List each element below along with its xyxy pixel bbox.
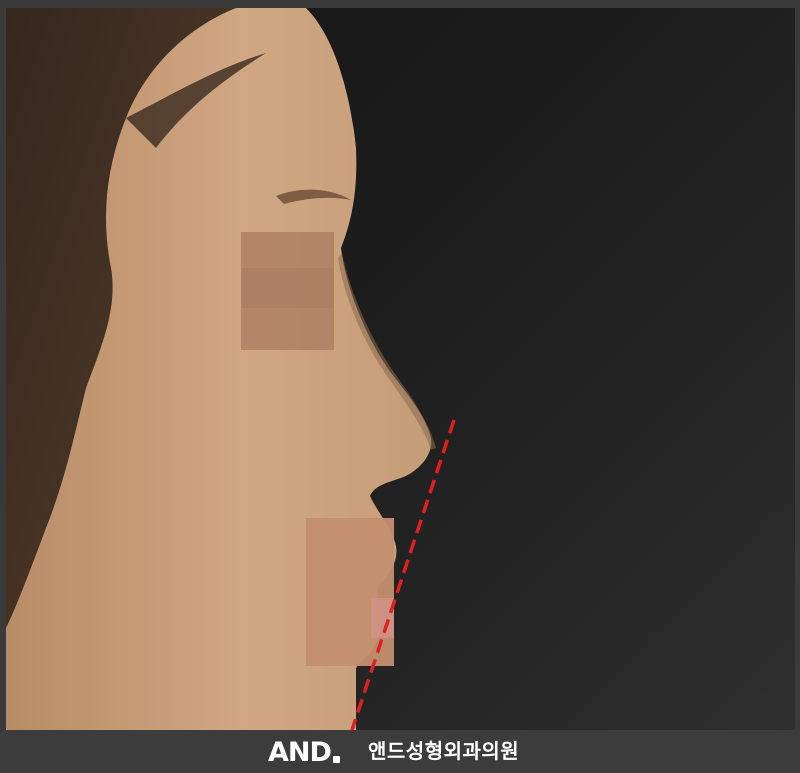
clinic-logo: AND xyxy=(268,736,340,768)
face-profile-illustration xyxy=(6,8,456,730)
profile-photo xyxy=(6,8,795,730)
image-frame: AND 앤드성형외과의원 xyxy=(0,0,800,773)
clinic-name: 앤드성형외과의원 xyxy=(368,739,520,763)
logo-dot-icon xyxy=(332,756,340,763)
logo-text: AND xyxy=(268,736,332,768)
